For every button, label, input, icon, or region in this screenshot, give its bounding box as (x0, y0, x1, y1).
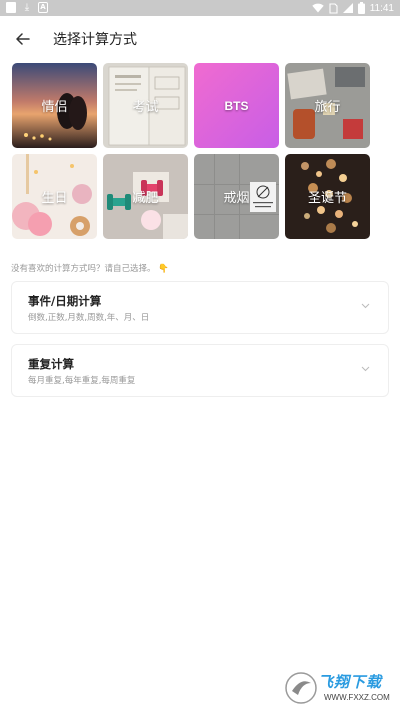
template-grid: 情侣 考试 BTS 旅行 生日 减肥 戒烟 圣诞节 (12, 63, 372, 239)
template-tile-exam[interactable]: 考试 (103, 63, 188, 148)
template-label: 生日 (41, 191, 68, 206)
status-bar: ⤓ A 11:41 (0, 0, 400, 16)
app-a-icon: A (38, 2, 48, 13)
pointing-hand-icon: 👇 (158, 264, 169, 274)
arrow-left-icon (16, 33, 30, 45)
template-tile-quit-smoking[interactable]: 戒烟 (194, 154, 279, 239)
template-tile-birthday[interactable]: 生日 (12, 154, 97, 239)
template-label: 情侣 (41, 100, 68, 115)
template-tile-christmas[interactable]: 圣诞节 (285, 154, 370, 239)
fxxz-logo-icon (285, 672, 317, 704)
signal-icon (342, 3, 353, 13)
site-watermark: 飞翔下载 WWW.FXXZ.COM (284, 669, 392, 707)
battery-icon (357, 2, 365, 14)
app-bar: 选择计算方式 (0, 16, 400, 62)
template-tile-couple[interactable]: 情侣 (12, 63, 97, 148)
template-tile-bts[interactable]: BTS (194, 63, 279, 148)
card-subtitle: 每月重复,每年重复,每周重复 (28, 376, 136, 386)
hint-text: 没有喜欢的计算方式吗？请自己选择。 👇 (11, 262, 169, 274)
status-time: 11:41 (369, 2, 394, 14)
status-system: 11:41 (312, 1, 394, 15)
template-label: 戒烟 (223, 191, 250, 206)
chevron-down-icon (361, 303, 370, 309)
template-label: 考试 (132, 100, 159, 115)
status-notifications: ⤓ A (6, 2, 48, 13)
notification-square-icon (6, 2, 16, 13)
watermark-brand: 飞翔下载 (318, 673, 383, 691)
template-label: BTS (224, 98, 249, 113)
sim-icon (329, 2, 338, 14)
card-title: 重复计算 (28, 357, 74, 371)
template-label: 减肥 (132, 191, 159, 206)
event-date-calculation-card[interactable]: 事件/日期计算 倒数,正数,月数,周数,年、月、日 (11, 281, 389, 334)
hint-label: 没有喜欢的计算方式吗？请自己选择。 (11, 264, 156, 274)
template-tile-diet[interactable]: 减肥 (103, 154, 188, 239)
back-button[interactable] (10, 26, 36, 52)
wifi-icon (312, 3, 324, 13)
template-label: 圣诞节 (307, 191, 347, 206)
repeat-calculation-card[interactable]: 重复计算 每月重复,每年重复,每周重复 (11, 344, 389, 397)
page-title: 选择计算方式 (53, 32, 137, 48)
watermark-url: WWW.FXXZ.COM (324, 693, 390, 702)
card-subtitle: 倒数,正数,月数,周数,年、月、日 (28, 313, 150, 323)
chevron-down-icon (361, 366, 370, 372)
template-label: 旅行 (314, 100, 341, 115)
download-icon: ⤓ (24, 2, 30, 13)
template-tile-travel[interactable]: 旅行 (285, 63, 370, 148)
card-title: 事件/日期计算 (28, 294, 102, 308)
